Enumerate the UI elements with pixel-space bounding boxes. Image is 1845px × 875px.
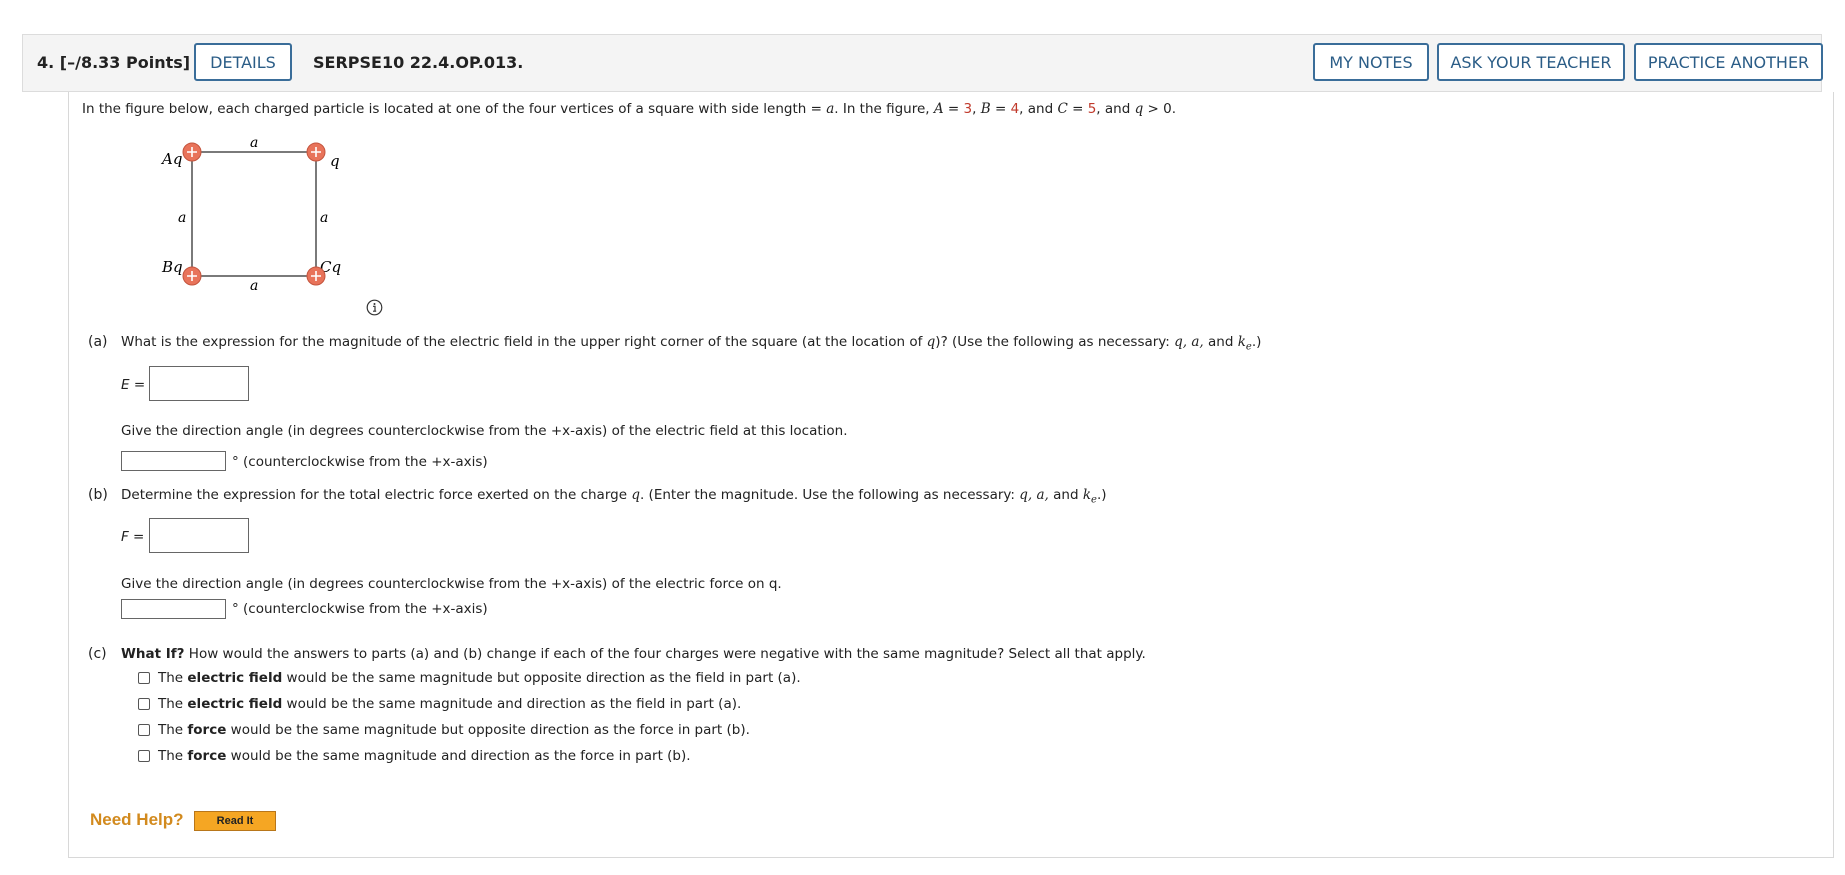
charge-label-top-right: q <box>330 152 340 170</box>
e-answer-label: E = <box>121 377 146 393</box>
f-direction-input[interactable] <box>121 599 226 619</box>
side-label-top: a <box>250 135 258 151</box>
side-label-bottom: a <box>250 278 258 294</box>
option-4-label: The force would be the same magnitude an… <box>158 748 691 764</box>
charge-top-left <box>182 142 202 162</box>
value-B: 4 <box>1010 101 1020 117</box>
option-3-label: The force would be the same magnitude bu… <box>158 722 750 738</box>
e-direction-suffix: ° (counterclockwise from the +x-axis) <box>232 454 488 470</box>
option-2-label: The electric field would be the same mag… <box>158 696 742 712</box>
charge-bottom-right <box>306 266 326 286</box>
part-a-question: What is the expression for the magnitude… <box>121 334 1262 353</box>
square-outline <box>191 151 317 277</box>
intro-text: In the figure below, each charged partic… <box>82 101 1176 117</box>
need-help-label: Need Help? <box>90 810 184 829</box>
charge-label-bottom-left: Bq <box>161 258 183 276</box>
part-b-tag: (b) <box>88 487 108 503</box>
my-notes-button[interactable]: MY NOTES <box>1313 43 1429 81</box>
e-answer-input[interactable] <box>149 366 249 401</box>
f-answer-input[interactable] <box>149 518 249 553</box>
option-4-checkbox[interactable] <box>138 750 150 762</box>
problem-code: SERPSE10 22.4.OP.013. <box>313 53 524 72</box>
practice-another-button[interactable]: PRACTICE ANOTHER <box>1634 43 1823 81</box>
charge-top-right <box>306 142 326 162</box>
question-number: 4. [–/8.33 Points] <box>37 53 191 72</box>
points-label: [–/8.33 Points] <box>59 53 191 72</box>
e-direction-input[interactable] <box>121 451 226 471</box>
ask-your-teacher-button[interactable]: ASK YOUR TEACHER <box>1437 43 1625 81</box>
f-answer-label: F = <box>121 529 145 545</box>
part-b-direction-prompt: Give the direction angle (in degrees cou… <box>121 576 782 592</box>
value-C: 5 <box>1087 101 1097 117</box>
option-3-checkbox[interactable] <box>138 724 150 736</box>
read-it-button[interactable]: Read It <box>194 811 276 831</box>
charge-label-top-left: Aq <box>160 150 182 168</box>
option-1-label: The electric field would be the same mag… <box>158 670 801 686</box>
side-label-right: a <box>320 210 328 226</box>
part-a-tag: (a) <box>88 334 108 350</box>
part-a-direction-prompt: Give the direction angle (in degrees cou… <box>121 423 848 439</box>
charge-bottom-left <box>182 266 202 286</box>
info-icon[interactable] <box>366 299 383 316</box>
f-direction-suffix: ° (counterclockwise from the +x-axis) <box>232 601 488 617</box>
question-header: 4. [–/8.33 Points] DETAILS SERPSE10 22.4… <box>22 34 1823 92</box>
value-A: 3 <box>963 101 973 117</box>
option-2-checkbox[interactable] <box>138 698 150 710</box>
part-c-question: What If? How would the answers to parts … <box>121 646 1146 662</box>
option-1-checkbox[interactable] <box>138 672 150 684</box>
square-charge-figure: a a a a Aq q Bq Cq <box>160 135 341 294</box>
details-button[interactable]: DETAILS <box>194 43 292 81</box>
part-b-question: Determine the expression for the total e… <box>121 487 1107 506</box>
part-c-tag: (c) <box>88 646 107 662</box>
side-label-left: a <box>178 210 186 226</box>
